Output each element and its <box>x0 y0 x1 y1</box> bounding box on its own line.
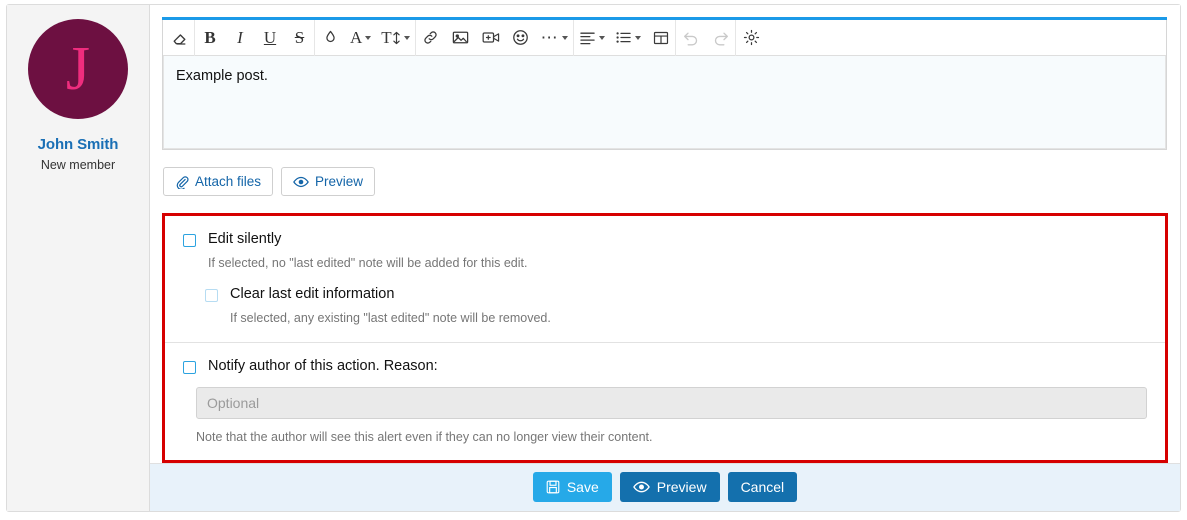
preview-label-top: Preview <box>315 174 363 189</box>
redo-icon <box>706 20 736 56</box>
bullet-list-icon-glyph <box>615 30 632 45</box>
eye-icon <box>293 175 309 189</box>
notify-author-label[interactable]: Notify author of this action. Reason: <box>208 358 438 375</box>
editor-body-text: Example post. <box>176 67 1153 87</box>
form-footer: Save Preview Cancel <box>150 463 1180 511</box>
chevron-down-icon <box>404 36 410 40</box>
editor-settings-icon-glyph <box>743 29 760 46</box>
reason-input[interactable] <box>196 387 1147 419</box>
insert-table-icon[interactable] <box>646 20 676 56</box>
preview-label-footer: Preview <box>657 479 707 495</box>
rich-text-editor: B I U S A T ⋯ Example post. <box>162 20 1167 150</box>
screenshot-root: J John Smith New member B I U S A T ⋯ Example … <box>0 0 1187 520</box>
floppy-disk-icon <box>546 480 560 494</box>
text-color-icon[interactable] <box>315 20 345 56</box>
undo-icon <box>676 20 706 56</box>
edit-silently-help: If selected, no "last edited" note will … <box>208 255 1165 271</box>
clear-last-edit-label[interactable]: Clear last edit information <box>230 286 394 303</box>
avatar[interactable]: J <box>28 19 128 119</box>
insert-image-icon-glyph <box>452 30 469 45</box>
preview-button-footer[interactable]: Preview <box>620 472 720 502</box>
more-options-icon-glyph: ⋯ <box>541 29 560 46</box>
insert-video-icon[interactable] <box>476 20 506 56</box>
cancel-label: Cancel <box>741 479 785 495</box>
avatar-initial: J <box>28 38 128 100</box>
author-username[interactable]: John Smith <box>7 136 149 153</box>
strikethrough-button-glyph: S <box>295 29 304 46</box>
notify-author-note: Note that the author will see this alert… <box>196 430 1165 444</box>
bold-button-glyph: B <box>204 29 215 46</box>
clear-last-edit-help: If selected, any existing "last edited" … <box>230 310 1165 326</box>
clear-last-edit-checkbox[interactable] <box>205 289 218 302</box>
attach-files-button[interactable]: Attach files <box>163 167 273 196</box>
eye-icon <box>633 480 650 494</box>
notify-author-row: Notify author of this action. Reason: <box>165 358 1165 375</box>
font-family-button-glyph: A <box>350 29 362 46</box>
undo-icon-glyph <box>682 30 700 46</box>
redo-icon-glyph <box>712 30 730 46</box>
italic-button[interactable]: I <box>225 20 255 56</box>
chevron-down-icon <box>599 36 605 40</box>
author-sidebar: J John Smith New member <box>7 5 150 511</box>
clear-last-edit-subsection: Clear last edit information If selected,… <box>165 286 1165 327</box>
strikethrough-button[interactable]: S <box>285 20 315 56</box>
insert-video-icon-glyph <box>482 30 500 45</box>
author-rank: New member <box>7 158 149 172</box>
insert-table-icon-glyph <box>653 30 669 46</box>
bullet-list-icon[interactable] <box>610 20 646 56</box>
underline-button[interactable]: U <box>255 20 285 56</box>
remove-formatting-icon[interactable] <box>165 20 195 56</box>
save-label: Save <box>567 479 599 495</box>
notify-author-section: Notify author of this action. Reason: No… <box>165 342 1165 459</box>
insert-emoji-icon[interactable] <box>506 20 536 56</box>
editor-wrapper: B I U S A T ⋯ Example post. <box>150 5 1180 150</box>
preview-button-top[interactable]: Preview <box>281 167 375 196</box>
italic-button-glyph: I <box>237 29 243 46</box>
editor-toolbar: B I U S A T ⋯ <box>163 20 1166 56</box>
editor-settings-icon[interactable] <box>736 20 766 56</box>
insert-link-icon[interactable] <box>416 20 446 56</box>
font-size-icon-glyph: T <box>381 29 400 46</box>
save-button[interactable]: Save <box>533 472 612 502</box>
remove-formatting-icon-glyph <box>171 29 189 47</box>
font-family-button[interactable]: A <box>345 20 376 56</box>
chevron-down-icon <box>562 36 568 40</box>
font-size-icon[interactable]: T <box>376 20 415 56</box>
chevron-down-icon <box>635 36 641 40</box>
notify-author-checkbox[interactable] <box>183 361 196 374</box>
edit-silently-section: Edit silently If selected, no "last edit… <box>165 216 1165 342</box>
insert-link-icon-glyph <box>422 29 439 46</box>
underline-button-glyph: U <box>264 29 276 46</box>
chevron-down-icon <box>365 36 371 40</box>
text-color-icon-glyph <box>322 29 339 46</box>
editor-content-area[interactable]: Example post. <box>163 56 1166 149</box>
insert-emoji-icon-glyph <box>512 29 529 46</box>
paperclip-icon <box>175 175 189 189</box>
clear-last-edit-row: Clear last edit information <box>187 286 1165 303</box>
cancel-button[interactable]: Cancel <box>728 472 798 502</box>
edit-silently-label[interactable]: Edit silently <box>208 231 281 248</box>
align-text-icon[interactable] <box>574 20 610 56</box>
editor-main-column: B I U S A T ⋯ Example post. Attach files <box>150 5 1180 511</box>
post-editor-panel: J John Smith New member B I U S A T ⋯ Example … <box>6 4 1181 512</box>
bold-button[interactable]: B <box>195 20 225 56</box>
edit-silently-row: Edit silently <box>165 231 1165 248</box>
moderation-options-block: Edit silently If selected, no "last edit… <box>162 213 1168 463</box>
align-text-icon-glyph <box>579 30 596 45</box>
more-options-icon[interactable]: ⋯ <box>536 20 575 56</box>
edit-silently-checkbox[interactable] <box>183 234 196 247</box>
editor-action-row: Attach files Preview <box>150 150 1180 213</box>
insert-image-icon[interactable] <box>446 20 476 56</box>
attach-files-label: Attach files <box>195 174 261 189</box>
